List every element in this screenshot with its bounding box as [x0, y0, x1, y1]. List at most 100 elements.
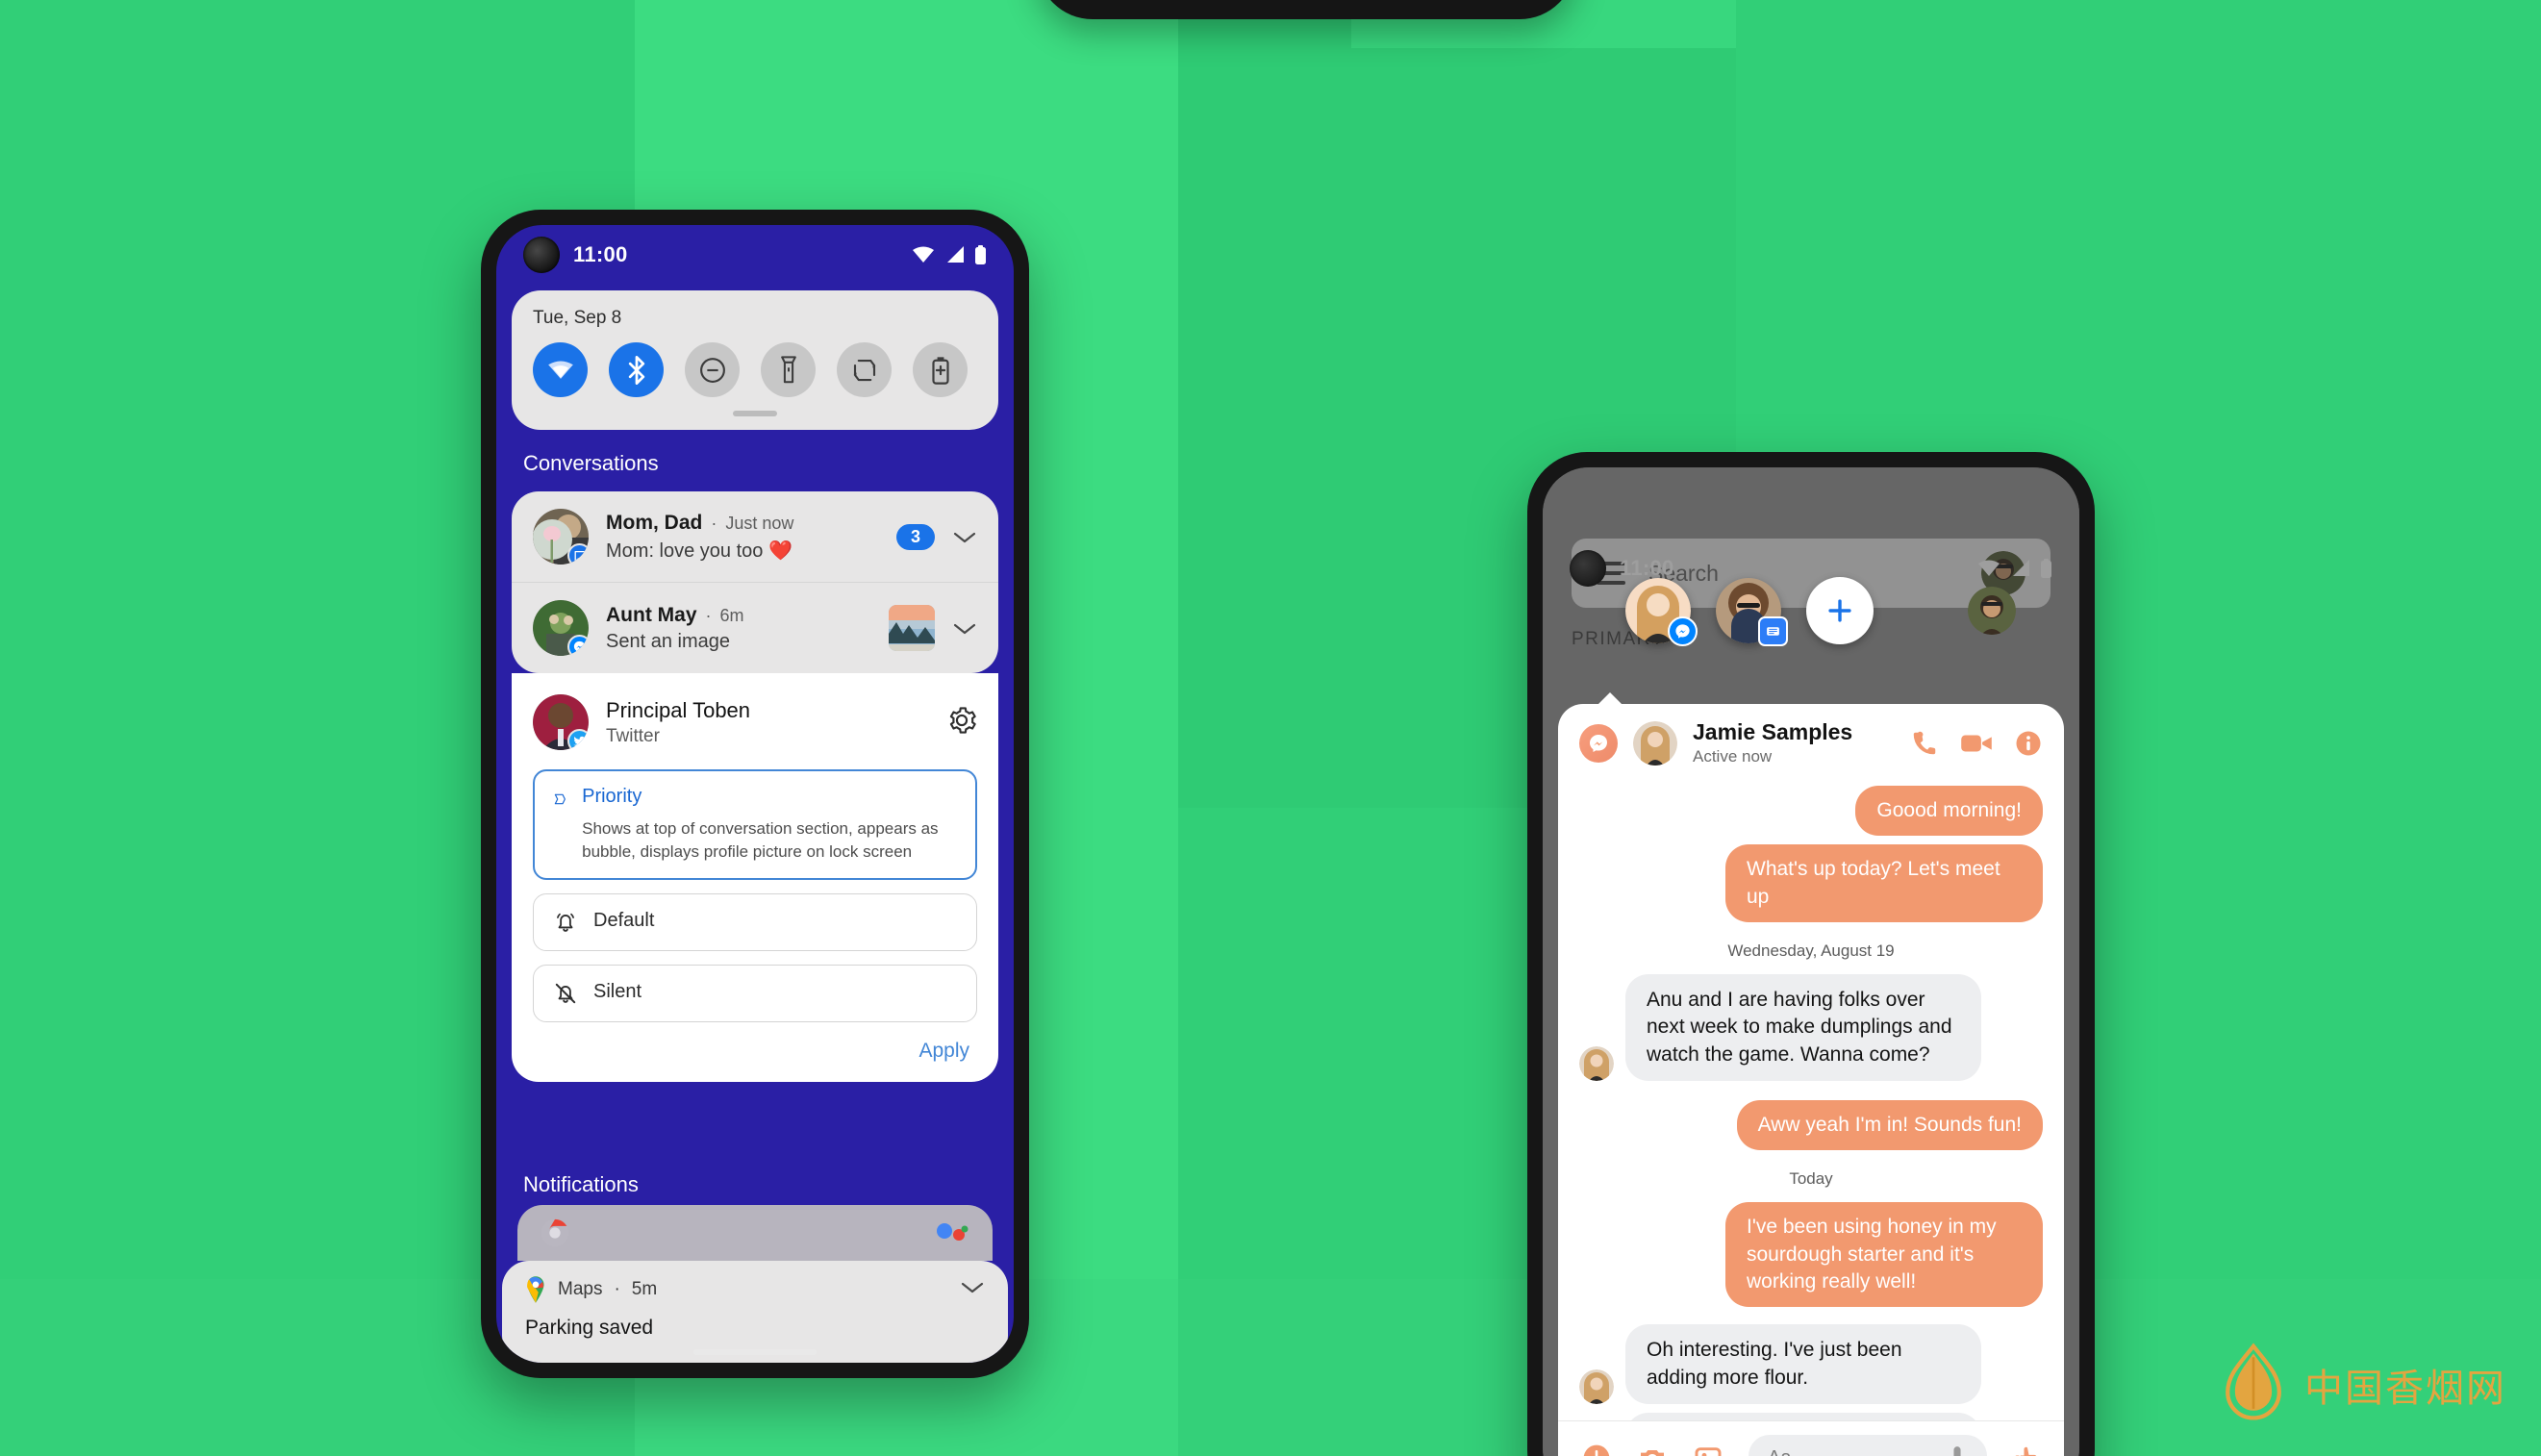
watermark: 中国香烟网	[2216, 1343, 2506, 1427]
left-phone-screen: 11:00 Tue, Sep 8 Conversations Mom, Dad …	[496, 225, 1014, 1363]
add-circle-icon[interactable]	[1581, 1443, 1612, 1456]
message-bubble-outgoing: Aww yeah I'm in! Sounds fun!	[1736, 1100, 2043, 1151]
auto-rotate-tile[interactable]	[837, 342, 892, 397]
flashlight-icon	[780, 355, 796, 383]
chrome-icon	[541, 1218, 569, 1247]
bubble-pointer	[1597, 692, 1623, 706]
wifi-tile[interactable]	[533, 342, 588, 397]
message-bubble-outgoing: What's up today? Let's meet up	[1725, 844, 2043, 923]
maps-time: 5m	[631, 1279, 658, 1299]
conversation-row-aunt-may[interactable]: Aunt May · 6m Sent an image	[512, 583, 998, 673]
maps-app-name: Maps	[558, 1279, 603, 1299]
messenger-icon[interactable]	[1579, 723, 1618, 763]
gallery-icon[interactable]	[1693, 1443, 1723, 1456]
chat-action-buttons	[1910, 729, 2043, 758]
avatar	[1579, 1369, 1614, 1405]
home-indicator[interactable]	[693, 1349, 817, 1355]
camera-icon[interactable]	[1637, 1443, 1668, 1456]
chat-presence-status: Active now	[1693, 747, 1773, 766]
chat-bubble-row	[1625, 577, 2016, 646]
avatar	[1579, 1046, 1614, 1082]
do-not-disturb-tile[interactable]	[685, 342, 740, 397]
separator: ·	[705, 605, 712, 625]
day-separator: Wednesday, August 19	[1727, 941, 1895, 961]
obscured-notification[interactable]	[517, 1205, 993, 1261]
microphone-icon[interactable]	[1947, 1445, 1968, 1456]
bluetooth-tile[interactable]	[609, 342, 664, 397]
separator: ·	[711, 513, 717, 533]
wifi-icon	[547, 361, 573, 379]
quick-settings-drag-handle[interactable]	[733, 411, 777, 416]
conversation-preview: Sent an image	[606, 630, 730, 652]
flame-leaf-icon	[2226, 1343, 2281, 1420]
maps-notification-title: Parking saved	[525, 1317, 654, 1339]
bell-icon	[557, 913, 574, 932]
account-avatar[interactable]	[1968, 587, 2016, 635]
phone-icon[interactable]	[1910, 729, 1939, 758]
settings-identity: Principal Toben Twitter	[606, 698, 750, 747]
apply-row: Apply	[512, 1036, 998, 1068]
info-icon[interactable]	[2014, 729, 2043, 758]
do-not-disturb-icon	[699, 357, 725, 383]
image-thumbnail[interactable]	[889, 605, 935, 651]
gear-icon[interactable]	[946, 705, 977, 741]
front-camera-punch-hole	[523, 237, 560, 273]
cell-signal-icon	[947, 246, 964, 263]
unread-count-badge: 3	[895, 523, 935, 550]
message-bubble-outgoing: Goood morning!	[1855, 786, 2043, 837]
twitter-verified-icon	[567, 729, 589, 750]
messages-icon	[567, 543, 589, 565]
conversation-time: 6m	[719, 605, 744, 625]
chat-contact-name: Jamie Samples	[1693, 719, 1853, 744]
video-camera-icon[interactable]	[1960, 731, 1993, 756]
notifications-header: Notifications	[523, 1172, 639, 1196]
messages-icon	[1758, 616, 1788, 646]
settings-app-name: Twitter	[606, 725, 660, 746]
auto-rotate-icon	[853, 359, 875, 381]
chevron-down-icon[interactable]	[952, 615, 977, 640]
apply-button[interactable]: Apply	[918, 1040, 969, 1063]
wifi-icon	[913, 246, 934, 263]
option-body: Priority Shows at top of conversation se…	[582, 786, 957, 864]
message-row: Oh interesting. I've just been adding mo…	[1579, 1324, 2043, 1405]
message-bubble-incoming: Does honey speed up the process?	[1625, 1413, 1981, 1420]
avatar	[533, 600, 589, 656]
option-priority[interactable]: Priority Shows at top of conversation se…	[533, 769, 977, 880]
conversation-time: Just now	[725, 513, 794, 533]
message-row: I've been using honey in my sourdough st…	[1579, 1202, 2043, 1308]
bubble-second[interactable]	[1716, 578, 1788, 646]
settings-contact-name: Principal Toben	[606, 697, 751, 722]
notifications-section: Notifications Maps · 5m Parking saved	[496, 1157, 1014, 1363]
chat-header: Jamie Samples Active now	[1558, 704, 2064, 780]
chevron-down-icon[interactable]	[960, 1280, 985, 1300]
message-row: Goood morning!	[1579, 786, 2043, 837]
conversation-row-mom-dad[interactable]: Mom, Dad · Just now Mom: love you too ❤️…	[512, 491, 998, 583]
chevron-down-icon[interactable]	[952, 524, 977, 549]
bubble-add[interactable]	[1806, 577, 1874, 644]
option-silent[interactable]: Silent	[533, 964, 977, 1022]
conversations-header: Conversations	[523, 451, 659, 475]
quick-settings-date: Tue, Sep 8	[533, 308, 622, 328]
chat-message-list[interactable]: Goood morning! What's up today? Let's me…	[1558, 780, 2064, 1420]
message-input-placeholder: Aa	[1768, 1447, 1791, 1456]
option-default[interactable]: Default	[533, 892, 977, 951]
thumbs-up-icon[interactable]	[2012, 1443, 2041, 1456]
message-input-field[interactable]: Aa	[1749, 1435, 1987, 1456]
watermark-text: 中国香烟网	[2304, 1367, 2506, 1411]
chat-input-bar: Aa	[1558, 1420, 2064, 1456]
conversations-group: Mom, Dad · Just now Mom: love you too ❤️…	[512, 491, 998, 673]
conversation-name: Mom, Dad	[606, 511, 703, 534]
conversation-title-line: Aunt May · 6m	[606, 604, 871, 627]
conversation-name: Aunt May	[606, 603, 697, 626]
quick-settings-tiles	[533, 342, 977, 397]
maps-notification-card[interactable]: Maps · 5m Parking saved	[502, 1261, 1008, 1363]
flashlight-tile[interactable]	[761, 342, 816, 397]
battery-saver-tile[interactable]	[913, 342, 968, 397]
bubble-jamie[interactable]	[1625, 578, 1698, 646]
phone-left-notification-shade: 11:00 Tue, Sep 8 Conversations Mom, Dad …	[481, 210, 1029, 1378]
priority-flag-icon	[554, 793, 566, 805]
settings-header: Principal Toben Twitter	[512, 673, 998, 769]
background-block-d	[0, 1279, 2541, 1456]
avatar	[1633, 720, 1677, 766]
conversation-title-line: Mom, Dad · Just now	[606, 512, 879, 535]
